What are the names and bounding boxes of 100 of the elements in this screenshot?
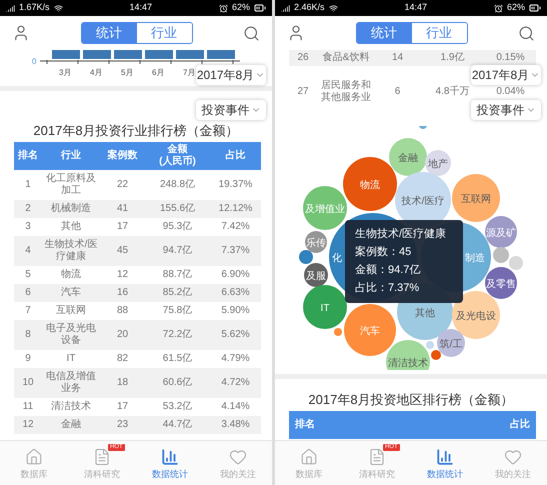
axis-label: 0 [32, 57, 36, 66]
bubble-label: IT [320, 303, 330, 314]
table-cell: 电信及增值业务 [46, 371, 96, 394]
bubble[interactable] [303, 285, 347, 329]
segment-tab[interactable]: 统计 [82, 23, 136, 43]
tooltip-text: 案例数：45 [355, 246, 412, 259]
table-cell: 17 [116, 401, 128, 412]
dropdown-button[interactable]: 2017年8月 [196, 65, 266, 85]
table-cell: 金融 [61, 419, 81, 430]
table-cell: 4.14% [221, 401, 250, 412]
bubble[interactable] [437, 329, 465, 357]
table-cell: 食品&饮料 [322, 52, 370, 63]
table-cell: 机械制造 [51, 203, 91, 214]
bubble-label: 金融 [398, 153, 418, 164]
user-icon[interactable] [287, 24, 305, 42]
table-cell: 9 [25, 353, 31, 364]
table-cell: 生物技术/医疗健康 [44, 239, 98, 262]
table-cell: 26 [297, 52, 309, 63]
column-header: 案例数 [108, 150, 138, 161]
table-cell: 6.63% [221, 287, 250, 298]
table-cell: 8 [25, 329, 31, 340]
bubble-label: 制造 [465, 253, 485, 264]
nav-tab[interactable]: 数据统计 [411, 441, 479, 485]
ranking-title: 2017年8月投资行业排行榜（金额） [33, 122, 239, 140]
column-header: 占比 [226, 150, 246, 161]
table-cell: 3.48% [221, 419, 250, 430]
bubble-label: 汽车 [360, 326, 380, 337]
table-cell: 6 [25, 287, 31, 298]
table-cell: 1 [25, 179, 31, 190]
table-cell: 7 [25, 305, 31, 316]
bubble-label: 乐传 [306, 238, 326, 249]
user-icon[interactable] [12, 24, 30, 42]
column-header: 金额 (人民币) [159, 144, 196, 167]
dropdown-button[interactable]: 投资事件 [196, 100, 266, 120]
bubble-label: 清洁技术 [388, 358, 428, 369]
table-cell: 其他 [61, 221, 81, 232]
table-cell: 居民服务和其他服务业 [321, 80, 371, 103]
bubble-label: 及服 [306, 271, 326, 282]
nav-tab[interactable]: 数据库 [0, 441, 68, 485]
alarm-icon [494, 4, 503, 12]
table-cell: 物流 [61, 269, 81, 280]
table-cell: 88.7亿 [162, 269, 192, 280]
chart-bar [145, 50, 173, 59]
nav-tab[interactable]: 数据统计 [136, 441, 204, 485]
table-cell: 11 [22, 401, 34, 412]
table-cell: 155.6亿 [160, 203, 196, 214]
axis-label: 7月 [183, 68, 196, 77]
bubble[interactable] [452, 174, 500, 222]
bubble[interactable] [304, 263, 328, 287]
bar-chart-icon [436, 448, 454, 466]
table-cell: 清洁技术 [51, 401, 91, 412]
dropdown-button[interactable]: 2017年8月 [471, 65, 541, 85]
table-cell: 27 [297, 86, 309, 97]
alarm-icon [218, 4, 228, 12]
wifi-icon [54, 4, 63, 12]
table-cell: 17 [116, 221, 128, 232]
search-icon[interactable] [518, 24, 535, 42]
home-icon [25, 448, 43, 466]
table-cell: 94.7亿 [162, 245, 192, 256]
chart-bar [52, 50, 80, 59]
table-cell: 0.15% [496, 52, 525, 63]
segment-tab[interactable]: 统计 [356, 23, 412, 43]
dropdown-button[interactable]: 投资事件 [471, 100, 541, 120]
bubble-label: 化 [332, 253, 342, 264]
battery-percent: 62% [232, 1, 250, 14]
network-speed: 1.67K/s [19, 1, 50, 14]
column-header: 排名 [295, 419, 315, 430]
table-cell: 72.2亿 [162, 329, 192, 340]
table-cell: 汽车 [61, 287, 81, 298]
signal-icon [6, 4, 15, 12]
bubble[interactable] [386, 340, 430, 370]
table-cell: 53.2亿 [162, 401, 192, 412]
clock-time: 14:47 [129, 1, 152, 14]
tooltip-text: 生物技术/医疗健康 [355, 228, 446, 241]
axis-label: 5月 [121, 68, 134, 77]
table-cell: 电子及光电设备 [46, 323, 96, 346]
table-cell: 1.9亿 [440, 52, 464, 63]
bubble-label: 及零售 [486, 279, 516, 290]
chart-bar [176, 50, 204, 59]
search-icon[interactable] [243, 24, 260, 42]
nav-tab[interactable]: 我的关注 [204, 441, 272, 485]
bubble-label: 源及矿 [486, 228, 516, 239]
document-icon [93, 448, 111, 466]
heart-icon [229, 448, 247, 466]
table-cell: 44.7亿 [162, 419, 192, 430]
column-header: 行业 [61, 150, 81, 161]
table-cell: 22 [116, 179, 128, 190]
table-cell: 14 [392, 52, 404, 63]
nav-tab[interactable]: 我的关注 [479, 441, 547, 485]
table-cell: 60.6亿 [162, 377, 192, 388]
table-cell: 16 [116, 287, 128, 298]
nav-tab[interactable]: 数据库 [275, 441, 343, 485]
bubble-label: 互联网 [461, 194, 491, 205]
table-cell: 248.8亿 [160, 179, 196, 190]
bubble[interactable] [425, 150, 451, 176]
table-cell: 61.5亿 [162, 353, 192, 364]
bubble-label: 物流 [360, 180, 380, 191]
table-cell: 18 [116, 377, 128, 388]
bubble-label: 筑/工 [440, 339, 462, 350]
bubble-label: 技术/医疗 [402, 196, 444, 207]
